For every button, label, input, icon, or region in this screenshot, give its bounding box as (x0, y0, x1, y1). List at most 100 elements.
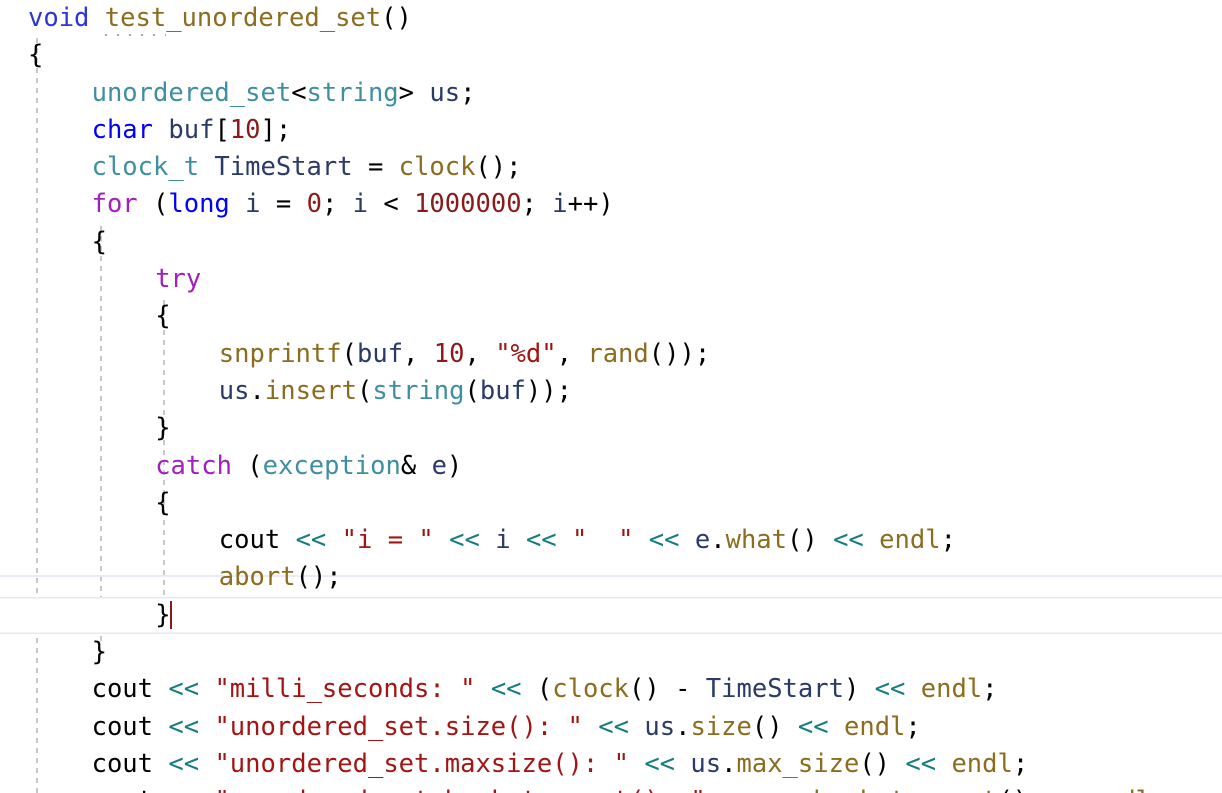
code-token: us (767, 786, 798, 793)
code-token: clock (552, 674, 630, 705)
code-line[interactable]: void test_unordered_set() (0, 0, 1222, 37)
code-token: us (218, 375, 250, 406)
code-line[interactable]: catch (exception& e) (0, 448, 1222, 485)
code-token: << (490, 674, 522, 705)
code-token: clock_t (91, 152, 200, 183)
code-token: ; (321, 189, 353, 220)
code-token: endl (1090, 786, 1151, 793)
code-token: " " (572, 525, 634, 556)
code-token: cout (91, 674, 154, 705)
code-token: ) (446, 450, 463, 481)
code-line[interactable]: cout << "unordered_set.size(): " << us.s… (0, 709, 1222, 746)
code-line[interactable]: cout << "unordered_set.maxsize(): " << u… (0, 746, 1222, 783)
code-token: << (648, 525, 680, 556)
code-token: rand (587, 338, 649, 369)
code-token: ( (357, 375, 373, 406)
code-token: << (168, 674, 200, 705)
code-token: i (495, 525, 511, 556)
code-token: long (168, 189, 230, 220)
code-token: buf (479, 375, 526, 406)
code-line[interactable]: { (0, 485, 1222, 522)
code-token: ; (905, 711, 921, 742)
code-token: . (798, 786, 813, 793)
code-token: (); (475, 152, 522, 183)
code-token: ; (1151, 786, 1166, 793)
code-token: "i = " (341, 525, 434, 556)
code-token: << (874, 674, 906, 705)
code-token: us (690, 748, 722, 779)
code-token: () (381, 3, 412, 33)
code-editor[interactable]: void test_unordered_set(){unordered_set<… (0, 0, 1222, 793)
code-token: ++) (567, 189, 614, 220)
code-line[interactable]: clock_t TimeStart = clock(); (0, 149, 1222, 186)
code-token: << (644, 748, 676, 779)
code-token: << (168, 711, 200, 742)
code-token: << (721, 786, 752, 793)
code-line[interactable]: for (long i = 0; i < 1000000; i++) (0, 186, 1222, 223)
code-token: ; (940, 525, 956, 556)
code-line[interactable]: cout << "i = " << i << " " << e.what() <… (0, 522, 1222, 559)
code-token: max_size (736, 748, 860, 779)
code-line[interactable]: { (0, 224, 1222, 261)
code-line[interactable]: us.insert(string(buf)); (0, 373, 1222, 410)
code-token: , (403, 338, 434, 369)
code-token: [ (214, 114, 230, 145)
code-token: << (449, 525, 480, 556)
code-token: cout (91, 711, 154, 742)
code-token: "milli_seconds: " (214, 674, 476, 705)
code-text-area[interactable]: void test_unordered_set(){unordered_set<… (0, 0, 1222, 793)
code-line[interactable]: try (0, 261, 1222, 298)
code-token: )); (525, 375, 572, 406)
code-token: ) (843, 674, 875, 705)
code-token: TimeStart (705, 674, 844, 705)
code-line[interactable]: snprintf(buf, 10, "%d", rand()); (0, 336, 1222, 373)
code-token: catch (155, 450, 232, 481)
code-line[interactable]: { (0, 37, 1222, 74)
code-token: snprintf (218, 338, 342, 369)
code-token: string (372, 375, 465, 406)
code-token: << (168, 786, 199, 793)
code-token: } (155, 599, 171, 630)
code-line[interactable]: } (0, 410, 1222, 447)
code-token: () (859, 748, 906, 779)
code-line[interactable]: cout << "unordered_set.bucket_count(): "… (0, 783, 1222, 793)
code-token: } (155, 413, 171, 444)
code-line[interactable]: } (0, 596, 1222, 635)
code-token: . (710, 525, 726, 556)
code-token: & (400, 450, 432, 481)
code-line[interactable]: { (0, 298, 1222, 335)
code-token: "%d" (495, 338, 557, 369)
code-token: () (787, 525, 834, 556)
code-token: for (91, 189, 138, 220)
code-token: << (1044, 786, 1075, 793)
code-line[interactable]: } (0, 634, 1222, 671)
code-token: us (644, 711, 676, 742)
code-token: cout (218, 525, 281, 556)
code-token: endl (920, 674, 983, 705)
code-line[interactable]: abort(); (0, 559, 1222, 596)
code-line[interactable]: char buf[10]; (0, 112, 1222, 149)
code-token: << (295, 525, 327, 556)
code-line[interactable]: unordered_set<string> us; (0, 75, 1222, 112)
code-token: insert (264, 375, 357, 406)
code-token: () (997, 786, 1043, 793)
code-token: try (155, 264, 202, 295)
code-token: ( (231, 450, 263, 481)
code-line[interactable]: cout << "milli_seconds: " << (clock() - … (0, 671, 1222, 708)
